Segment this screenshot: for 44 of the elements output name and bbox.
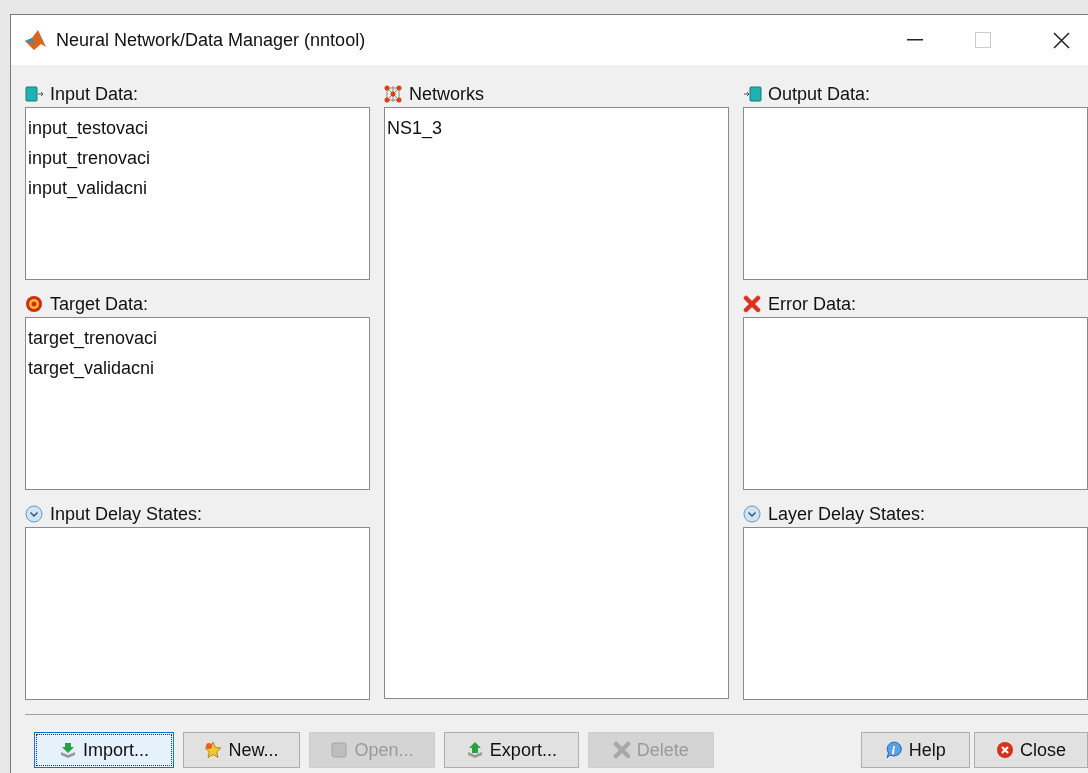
close-button[interactable]: Close: [973, 732, 1088, 768]
maximize-icon[interactable]: [975, 32, 991, 48]
clock-icon: [25, 505, 44, 523]
panel-label: Networks: [409, 82, 484, 106]
clock-icon: [743, 505, 762, 523]
close-circle-icon: [995, 741, 1014, 759]
list-item[interactable]: input_validacni: [26, 173, 369, 203]
list-item[interactable]: NS1_3: [385, 113, 728, 143]
panel-label: Target Data:: [50, 292, 149, 316]
list-box[interactable]: [743, 107, 1088, 280]
help-button[interactable]: Help: [860, 732, 970, 768]
cylinder-icon: [743, 85, 762, 103]
list-box[interactable]: input_testovaci input_trenovaci input_validacni: [25, 107, 370, 280]
window-title: Neural Network/Data Manager (nntool): [56, 28, 366, 52]
close-icon[interactable]: [1053, 31, 1070, 49]
cylinder-icon: [25, 85, 44, 103]
list-box[interactable]: [25, 527, 370, 700]
panel-label: Input Delay States:: [50, 502, 203, 526]
list-box[interactable]: target_trenovaci target_validacni: [25, 317, 370, 490]
minimize-icon[interactable]: [907, 39, 923, 41]
panel-label: Layer Delay States:: [768, 502, 926, 526]
panel-label: Error Data:: [768, 292, 857, 316]
list-item[interactable]: target_trenovaci: [26, 323, 369, 353]
cross-icon: [612, 741, 631, 759]
new-button[interactable]: New...: [182, 732, 300, 768]
matlab-logo-icon: [24, 29, 48, 51]
list-box[interactable]: [743, 317, 1088, 490]
export-button[interactable]: Export...: [443, 732, 579, 768]
panel-label: Input Data:: [50, 82, 139, 106]
cross-icon: [743, 295, 762, 313]
list-item[interactable]: target_validacni: [26, 353, 369, 383]
panel-label: Output Data:: [768, 82, 871, 106]
list-box[interactable]: NS1_3: [384, 107, 729, 699]
target-icon: [25, 295, 44, 313]
import-button[interactable]: Import...: [34, 732, 174, 768]
list-item[interactable]: input_testovaci: [26, 113, 369, 143]
star-icon: [204, 741, 223, 759]
info-icon: [884, 741, 903, 759]
list-box[interactable]: [743, 527, 1088, 700]
tray-icon: [465, 741, 484, 759]
network-icon: [384, 85, 403, 103]
square-icon: [330, 741, 349, 759]
tray-icon: [58, 741, 77, 759]
list-item[interactable]: input_trenovaci: [26, 143, 369, 173]
